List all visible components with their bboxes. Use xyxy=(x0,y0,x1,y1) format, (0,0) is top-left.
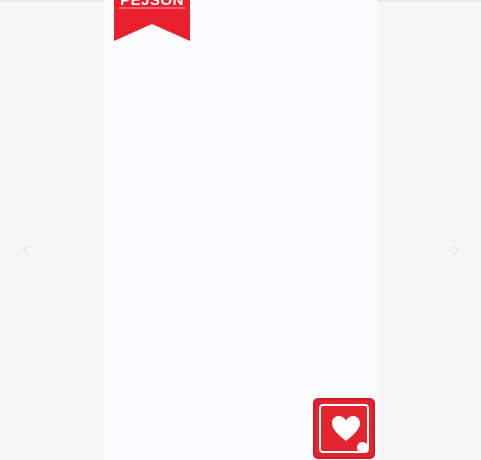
notification-dot xyxy=(357,442,368,453)
heart-icon xyxy=(332,416,360,441)
content-panel xyxy=(104,0,378,460)
page: PEJSON ‹ › xyxy=(0,0,481,460)
chevron-right-icon[interactable]: › xyxy=(448,236,464,264)
brand-ribbon-text: PEJSON xyxy=(120,0,184,9)
favorite-button[interactable] xyxy=(313,398,375,459)
brand-ribbon-logo: PEJSON xyxy=(114,0,190,41)
chevron-left-icon[interactable]: ‹ xyxy=(18,236,34,264)
